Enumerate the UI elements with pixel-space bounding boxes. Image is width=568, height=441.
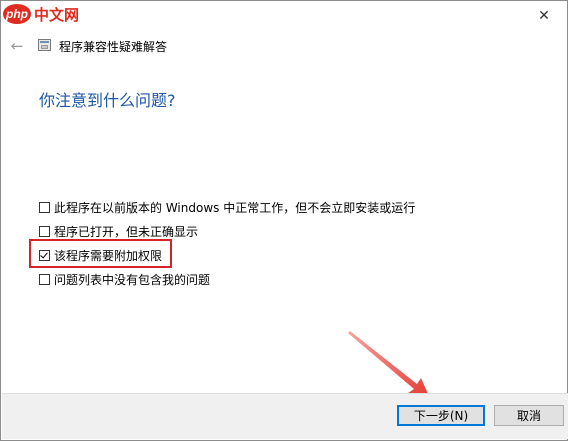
wizard-window: php 中文网 ✕ ← 程序兼容性疑难解答 你注意到什么问题? 此程序在以前版本…: [0, 0, 568, 441]
option-works-before[interactable]: 此程序在以前版本的 Windows 中正常工作，但不会立即安装或运行: [39, 195, 415, 219]
back-arrow-icon[interactable]: ←: [8, 35, 26, 57]
highlight-box: [29, 239, 172, 268]
close-icon[interactable]: ✕: [521, 1, 567, 31]
page-heading: 你注意到什么问题?: [39, 91, 176, 110]
next-button[interactable]: 下一步(N): [397, 405, 485, 426]
checkbox[interactable]: [39, 225, 50, 237]
option-label: 此程序在以前版本的 Windows 中正常工作，但不会立即安装或运行: [54, 200, 416, 215]
watermark-text: 中文网: [34, 5, 80, 24]
checkbox[interactable]: [39, 273, 50, 285]
site-watermark: php 中文网: [3, 3, 79, 25]
php-logo: php: [3, 4, 31, 24]
option-not-listed[interactable]: 问题列表中没有包含我的问题: [39, 267, 415, 291]
option-label: 程序已打开，但未正确显示: [54, 224, 199, 239]
button-bar: 下一步(N) 取消: [2, 393, 568, 439]
app-window-icon: [38, 39, 51, 51]
wizard-title: 程序兼容性疑难解答: [59, 40, 168, 54]
wizard-nav: ← 程序兼容性疑难解答: [1, 35, 567, 57]
cancel-button[interactable]: 取消: [494, 405, 564, 426]
checkbox[interactable]: [39, 201, 50, 213]
option-label: 问题列表中没有包含我的问题: [54, 272, 211, 287]
